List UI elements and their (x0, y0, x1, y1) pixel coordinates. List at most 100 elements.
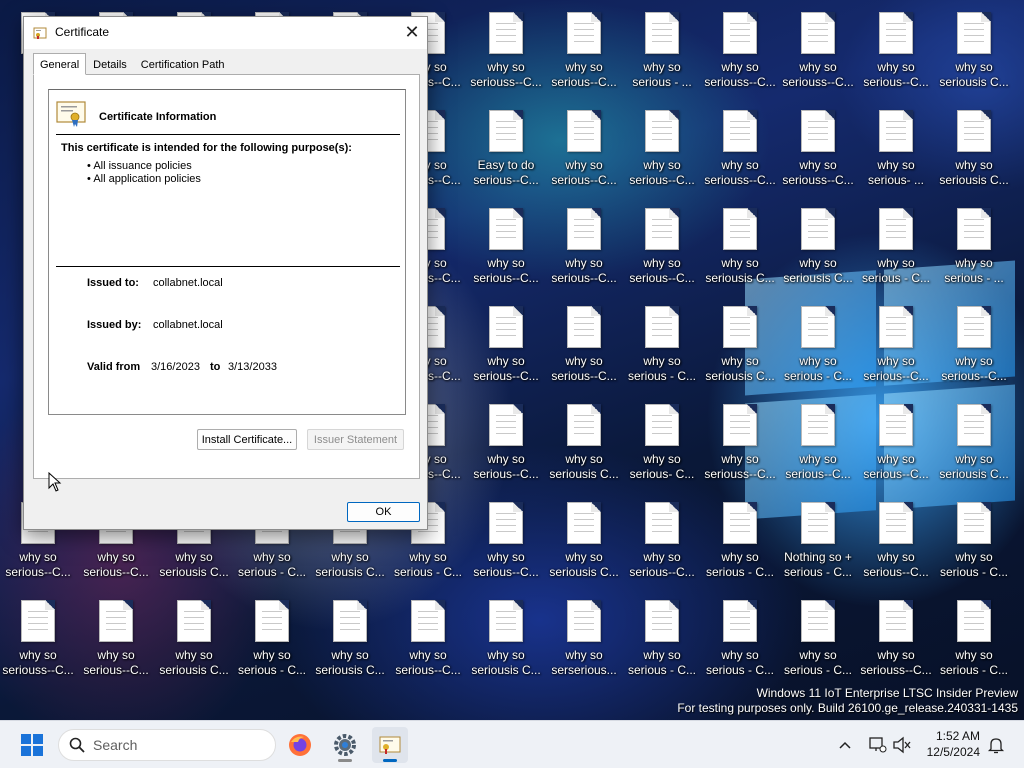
tab-details[interactable]: Details (86, 53, 134, 75)
desktop-icon-label-line: why so (721, 354, 759, 368)
desktop-icon[interactable]: why so serious - C... (234, 592, 310, 682)
desktop-icon[interactable]: why so serious - C... (858, 200, 934, 290)
desktop-icon[interactable]: why so seriouss--C... (702, 102, 778, 192)
document-file-icon (489, 306, 523, 348)
close-button[interactable]: ✕ (397, 17, 427, 47)
desktop-icon[interactable]: why so seriouss--C... (780, 4, 856, 94)
desktop-icon[interactable]: why so seriousis C... (702, 200, 778, 290)
desktop-icon[interactable]: why so serious - C... (624, 592, 700, 682)
desktop-icon-label: why so seriouss--C... (702, 60, 778, 90)
desktop-icon[interactable]: why so seriousis C... (156, 592, 232, 682)
desktop-icon[interactable]: why so seriouss--C... (468, 4, 544, 94)
desktop-icon[interactable]: why so serious - ... (936, 200, 1012, 290)
taskbar-settings[interactable] (327, 727, 363, 763)
desktop-icon[interactable]: why soserious--C... (468, 200, 544, 290)
desktop-icon-label: why so serious - ... (936, 256, 1012, 286)
desktop-icon[interactable]: why so serious - C... (936, 494, 1012, 584)
desktop-icon[interactable]: why so seriouss--C... (780, 102, 856, 192)
desktop-icon[interactable]: why so seriousis C... (936, 102, 1012, 192)
tab-general[interactable]: General (33, 53, 87, 75)
desktop-icon[interactable]: why soserious--C... (624, 200, 700, 290)
volume-status[interactable] (891, 734, 913, 756)
desktop-icon[interactable]: why so serious - C... (780, 298, 856, 388)
taskbar-clock[interactable]: 1:52 AM 12/5/2024 (927, 728, 980, 760)
desktop-icon[interactable]: why soserious--C... (78, 592, 154, 682)
desktop-icon-label-line: serious--C... (629, 565, 695, 579)
notifications-button[interactable] (985, 734, 1007, 756)
desktop-icon[interactable]: why soserious--C... (390, 592, 466, 682)
desktop-icon-label-line: why so (643, 60, 681, 74)
desktop-icon[interactable]: why soserious--C... (858, 396, 934, 486)
desktop-icon[interactable]: why so serious - C... (624, 298, 700, 388)
desktop-icon[interactable]: why soserious--C... (624, 102, 700, 192)
desktop-icon[interactable]: why soserious--C... (936, 298, 1012, 388)
desktop-icon[interactable]: why soserious--C... (468, 494, 544, 584)
desktop-icon[interactable]: Easy to do serious--C... (468, 102, 544, 192)
desktop-icon-label: why so serious - C... (858, 256, 934, 286)
desktop-icon[interactable]: why so serious - ... (624, 4, 700, 94)
desktop-icon[interactable]: why soserious--C... (546, 200, 622, 290)
document-file-icon (801, 502, 835, 544)
show-hidden-icons-button[interactable] (834, 734, 856, 756)
start-button[interactable] (14, 727, 50, 763)
desktop-icon-label-line: why so (97, 550, 135, 564)
desktop-icon[interactable]: why so serious - C... (936, 592, 1012, 682)
desktop-icon[interactable]: why so seriousis C... (780, 200, 856, 290)
taskbar-search[interactable]: Search (58, 729, 276, 761)
desktop-icon[interactable]: why soserious--C... (468, 298, 544, 388)
tab-certification-path[interactable]: Certification Path (134, 53, 232, 75)
desktop-icon[interactable]: why so seriousis C... (312, 592, 388, 682)
desktop-icon[interactable]: why soserious--C... (858, 494, 934, 584)
desktop-icon[interactable]: why so serious- ... (858, 102, 934, 192)
desktop-icon[interactable]: why soserious--C... (468, 396, 544, 486)
desktop-icon[interactable]: why soserious--C... (624, 494, 700, 584)
desktop-icon[interactable]: why so seriousis C... (936, 4, 1012, 94)
desktop-icon-label-line: why so (175, 550, 213, 564)
desktop-icon-label: why so serious - C... (936, 648, 1012, 678)
speaker-muted-icon (893, 736, 911, 754)
document-file-icon (723, 306, 757, 348)
desktop-icon[interactable]: why so seriouss--C... (702, 4, 778, 94)
desktop-icon[interactable]: why so serious- C... (624, 396, 700, 486)
desktop-icon-label-line: why so (877, 60, 915, 74)
desktop-icon[interactable]: why soserious--C... (546, 4, 622, 94)
desktop-icon[interactable]: Nothing so + serious - C... (780, 494, 856, 584)
desktop-icon-label-line: serious--C... (863, 467, 929, 481)
network-status[interactable] (866, 734, 888, 756)
install-certificate-button[interactable]: Install Certificate... (197, 429, 297, 450)
desktop-icon-label: why soserious--C... (858, 550, 934, 580)
desktop-icon[interactable]: why so seriouss--C... (702, 396, 778, 486)
desktop-icon[interactable]: why soserious--C... (780, 396, 856, 486)
desktop-icon-label-line: serious--C... (863, 565, 929, 579)
desktop-icon-label: why soserious--C... (546, 60, 622, 90)
desktop-icon[interactable]: why so seriousis C... (468, 592, 544, 682)
desktop-icon[interactable]: why so seriousis C... (546, 396, 622, 486)
issuer-statement-button[interactable]: Issuer Statement (307, 429, 404, 450)
desktop-icon[interactable]: why so seriouss--C... (0, 592, 76, 682)
desktop-icon[interactable]: why so serserious... (546, 592, 622, 682)
desktop-icon[interactable]: why soserious--C... (546, 298, 622, 388)
desktop-icon[interactable]: why soserious--C... (858, 298, 934, 388)
ok-button[interactable]: OK (347, 502, 420, 522)
desktop-icon-label: why soserious--C... (546, 158, 622, 188)
desktop-icon[interactable]: why soserious--C... (546, 102, 622, 192)
desktop-icon-label: why so serious - C... (234, 648, 310, 678)
desktop-icon-label: why soserious--C... (78, 648, 154, 678)
desktop-icon[interactable]: why so serious - C... (780, 592, 856, 682)
taskbar-certificate[interactable] (372, 727, 408, 763)
document-file-icon (957, 12, 991, 54)
desktop-icon[interactable]: why so seriousis C... (702, 298, 778, 388)
desktop-icon-label: why so serious - C... (624, 354, 700, 384)
taskbar-firefox[interactable] (282, 727, 318, 763)
desktop-icon[interactable]: why so serious - C... (702, 592, 778, 682)
desktop-icon-label-line: seriouss--C... (704, 173, 776, 187)
desktop-icon-label-line: seriousis C... (315, 565, 385, 579)
desktop-icon[interactable]: why so serious - C... (702, 494, 778, 584)
desktop-icon[interactable]: why so seriouss--C... (858, 592, 934, 682)
close-icon: ✕ (404, 21, 420, 42)
desktop-icon[interactable]: why so seriousis C... (546, 494, 622, 584)
desktop-icon-label: why so seriousis C... (546, 550, 622, 580)
desktop-icon[interactable]: why so seriousis C... (936, 396, 1012, 486)
desktop-icon[interactable]: why soserious--C... (858, 4, 934, 94)
dialog-titlebar[interactable]: Certificate ✕ (24, 17, 427, 49)
